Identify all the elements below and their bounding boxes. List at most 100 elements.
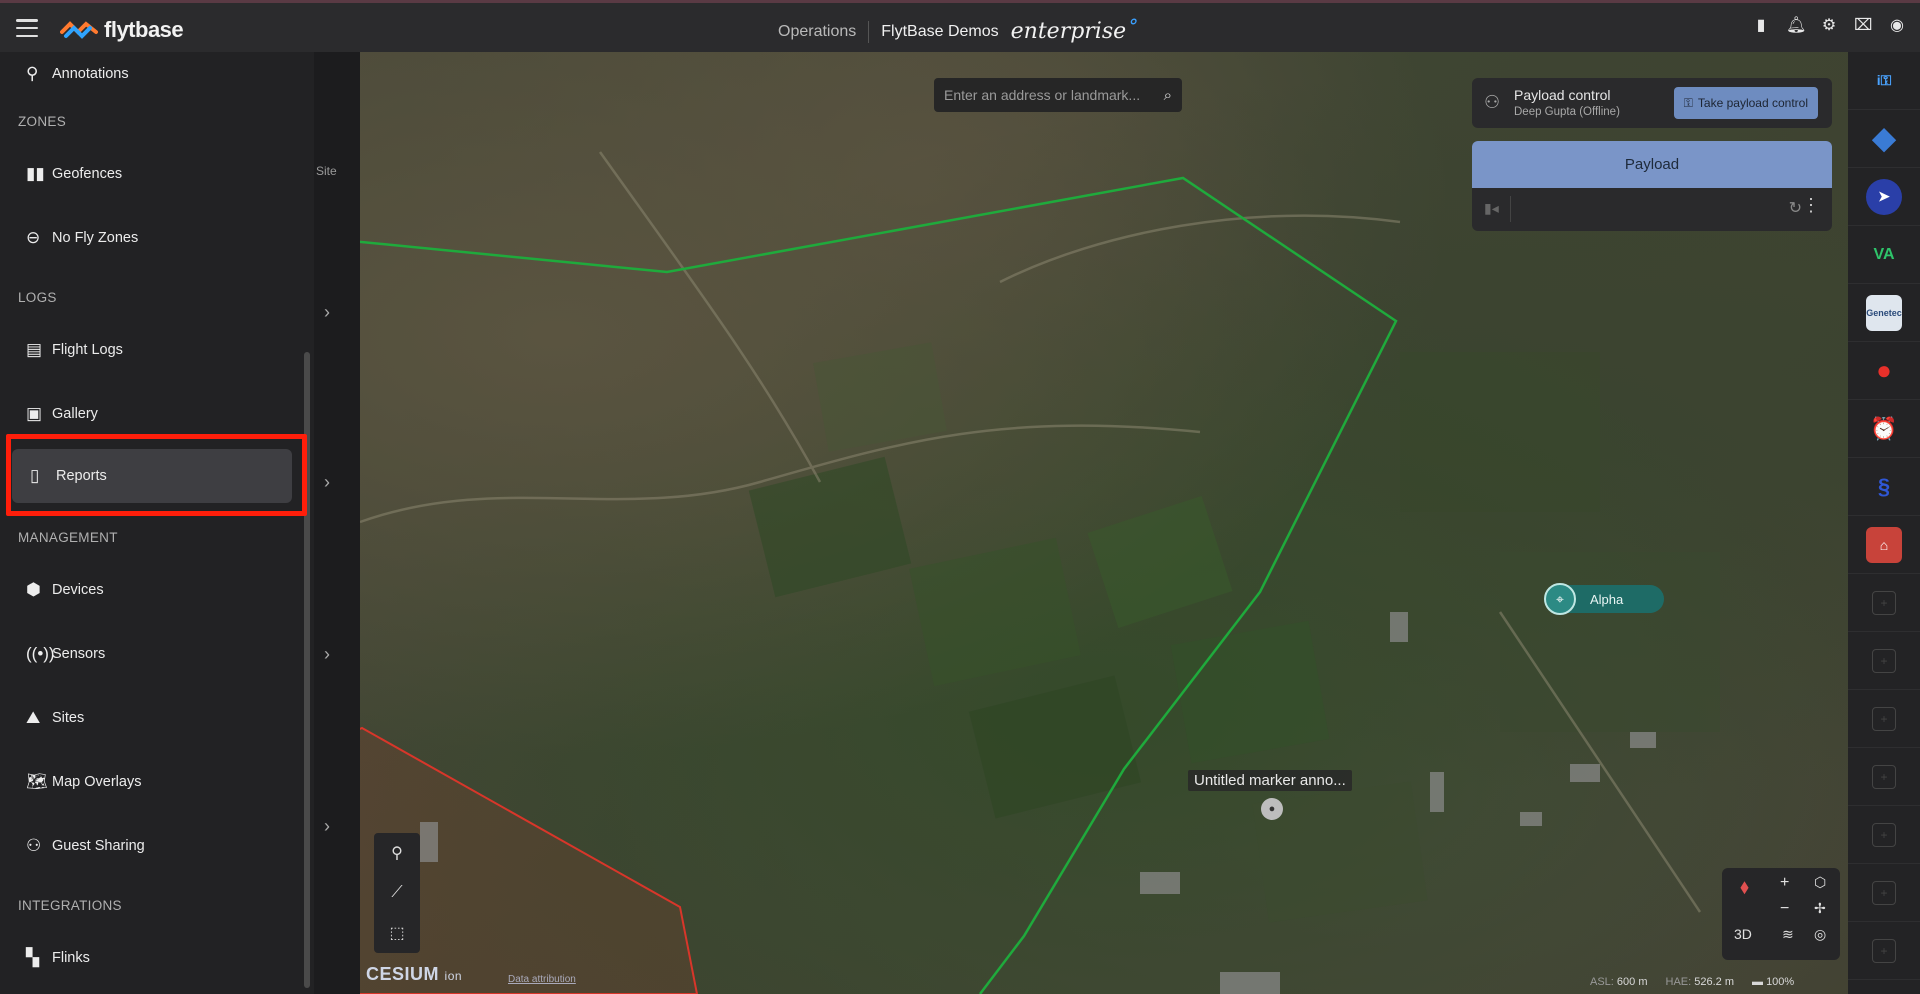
va-app-icon: VA xyxy=(1873,245,1895,263)
pin-tool-icon[interactable]: ⚲ xyxy=(374,833,420,873)
sidebar-item-flinks[interactable]: ▚ Flinks xyxy=(8,932,292,984)
brand-logo[interactable]: flytbase xyxy=(60,17,184,43)
sidebar-item-guest-sharing[interactable]: ⚇ Guest Sharing xyxy=(8,820,292,872)
compass-icon[interactable]: ⬧ xyxy=(1740,876,1749,899)
chevron-right-icon[interactable]: › xyxy=(324,644,330,665)
info-app-icon: i⚿ xyxy=(1876,72,1892,88)
org-name[interactable]: FlytBase Demos xyxy=(881,23,998,41)
payload-lock-icon: ⚿ xyxy=(1683,95,1693,110)
diamond-app-icon: ◆ xyxy=(1872,122,1896,155)
map-status-bar: ASL: 600 m HAE: 526.2 m ▬ 100% xyxy=(1590,976,1794,988)
map-search[interactable]: ⌕ xyxy=(934,78,1182,112)
app-genetec[interactable]: Genetec xyxy=(1848,284,1920,342)
menu-icon[interactable] xyxy=(16,19,38,37)
marker-pin-icon[interactable]: ● xyxy=(1261,798,1283,820)
app-rail: i⚿ ◆ ➤ VA Genetec ● ⏰ § ⌂ + + + + + + + xyxy=(1848,52,1920,994)
zoom-out-icon[interactable]: − xyxy=(1780,900,1789,918)
app-fire[interactable]: ● xyxy=(1848,342,1920,400)
empty-slot[interactable]: + xyxy=(1848,632,1920,690)
user-circle-icon[interactable]: ◉ xyxy=(1888,17,1906,35)
chevron-right-icon[interactable]: › xyxy=(324,472,330,493)
operations-link[interactable]: Operations xyxy=(778,23,856,41)
hae-readout: HAE: 526.2 m xyxy=(1665,976,1735,988)
map-search-input[interactable] xyxy=(944,87,1144,103)
flytbase-logo-icon xyxy=(60,21,98,39)
sidebar-item-flight-logs[interactable]: ▤ Flight Logs xyxy=(8,324,292,376)
polygon-tool-icon[interactable]: ⬚ xyxy=(374,913,420,953)
sidebar-item-devices[interactable]: ⬢ Devices xyxy=(8,564,292,616)
app-building[interactable]: ⌂ xyxy=(1848,516,1920,574)
sidebar-scrollbar[interactable] xyxy=(304,352,310,988)
layers-icon[interactable]: ≋ xyxy=(1782,926,1794,943)
empty-slot[interactable]: + xyxy=(1848,806,1920,864)
empty-slot[interactable]: + xyxy=(1848,922,1920,980)
app-alarm[interactable]: ⏰ xyxy=(1848,400,1920,458)
add-app-icon: + xyxy=(1872,764,1896,789)
draw-toolbar: ⚲ ⟋ ⬚ xyxy=(374,833,420,953)
fire-app-icon: ● xyxy=(1876,355,1892,385)
take-payload-control-button[interactable]: ⚿ Take payload control xyxy=(1673,87,1818,119)
sidebar-item-map-overlays[interactable]: 🗺 Map Overlays xyxy=(8,756,292,808)
bar-chart-icon[interactable]: ▮ xyxy=(1752,17,1770,35)
section-zones: ZONES xyxy=(18,114,67,129)
sidebar-item-gallery[interactable]: ▣ Gallery xyxy=(8,388,292,440)
sidebar-item-annotations[interactable]: ⚲ Annotations xyxy=(8,48,292,100)
alarm-app-icon: ⏰ xyxy=(1870,415,1898,441)
locate-icon[interactable]: ◎ xyxy=(1814,926,1826,943)
refresh-icon[interactable]: ↻ xyxy=(1789,198,1802,218)
payload-control-owner: Deep Gupta (Offline) xyxy=(1514,106,1620,118)
building-app-icon: ⌂ xyxy=(1866,526,1902,563)
cube-icon[interactable]: ⬡ xyxy=(1814,874,1826,891)
image-icon: ▣ xyxy=(26,404,43,423)
camera-off-icon: ▮◂ xyxy=(1484,200,1499,216)
section-management: MANAGEMENT xyxy=(18,530,118,545)
take-payload-control-label: Take payload control xyxy=(1697,96,1808,110)
app-va[interactable]: VA xyxy=(1848,226,1920,284)
sidebar-item-reports[interactable]: ▯ Reports xyxy=(12,449,292,503)
cube-icon: ⬢ xyxy=(26,580,41,599)
map-nav-controls: ⬧ + − 3D ≋ ⬡ ✢ ◎ xyxy=(1722,868,1840,960)
empty-slot[interactable]: + xyxy=(1848,690,1920,748)
add-app-icon: + xyxy=(1872,880,1896,905)
sidebar-item-sites[interactable]: ⛰ Sites xyxy=(8,692,292,744)
flinks-grid-icon: ▚ xyxy=(26,948,40,967)
fit-bounds-icon[interactable]: ✢ xyxy=(1814,900,1826,917)
sidebar-item-geofences[interactable]: ▮▮ Geofences xyxy=(8,148,292,200)
data-attribution-link[interactable]: Data attribution xyxy=(508,974,576,985)
battery-icon: ▬ xyxy=(1752,976,1763,988)
payload-control-title: Payload control xyxy=(1514,87,1611,103)
app-send[interactable]: ➤ xyxy=(1848,168,1920,226)
payload-panel: Payload ▮◂ ↻ ⋮ xyxy=(1472,141,1832,231)
gear-icon[interactable]: ⚙ xyxy=(1820,17,1838,35)
empty-slot[interactable]: + xyxy=(1848,864,1920,922)
app-dna[interactable]: § xyxy=(1848,458,1920,516)
sidebar-item-no-fly-zones[interactable]: ⊖ No Fly Zones xyxy=(8,212,292,264)
antenna-icon: ((•)) xyxy=(26,644,55,663)
line-tool-icon[interactable]: ⟋ xyxy=(374,873,420,913)
empty-slot[interactable]: + xyxy=(1848,574,1920,632)
sidebar-item-sensors[interactable]: ((•)) Sensors xyxy=(8,628,292,680)
view-mode-toggle[interactable]: 3D xyxy=(1734,926,1752,942)
bell-icon[interactable]: 🔔︎ xyxy=(1786,17,1806,35)
empty-slot[interactable]: + xyxy=(1848,748,1920,806)
chevron-right-icon[interactable]: › xyxy=(324,816,330,837)
marker-label[interactable]: Untitled marker anno... xyxy=(1188,770,1352,791)
more-vertical-icon[interactable]: ⋮ xyxy=(1802,196,1820,214)
edition-label: enterprise˚ xyxy=(1010,19,1138,44)
gift-icon[interactable]: ⌧ xyxy=(1854,17,1872,35)
payload-control-card: ⚇ Payload control Deep Gupta (Offline) ⚿… xyxy=(1472,78,1832,128)
map-pin-site-icon: ⛰ xyxy=(26,708,41,727)
app-info[interactable]: i⚿ xyxy=(1848,52,1920,110)
cesium-logo: CESIUM ion xyxy=(366,964,463,984)
geofence-icon: ▮▮ xyxy=(26,164,45,183)
peek-site-label: Site xyxy=(316,164,337,178)
map-icon: 🗺 xyxy=(26,772,48,791)
site-panel-peek: Site › › › › xyxy=(314,52,360,994)
chevron-right-icon[interactable]: › xyxy=(324,302,330,323)
drone-pin-icon[interactable]: ⌖ xyxy=(1544,583,1576,615)
payload-panel-header[interactable]: Payload xyxy=(1472,141,1832,188)
zoom-in-icon[interactable]: + xyxy=(1780,874,1789,892)
genetec-app-icon: Genetec xyxy=(1866,294,1902,331)
app-diamond[interactable]: ◆ xyxy=(1848,110,1920,168)
search-icon[interactable]: ⌕ xyxy=(1164,87,1172,104)
